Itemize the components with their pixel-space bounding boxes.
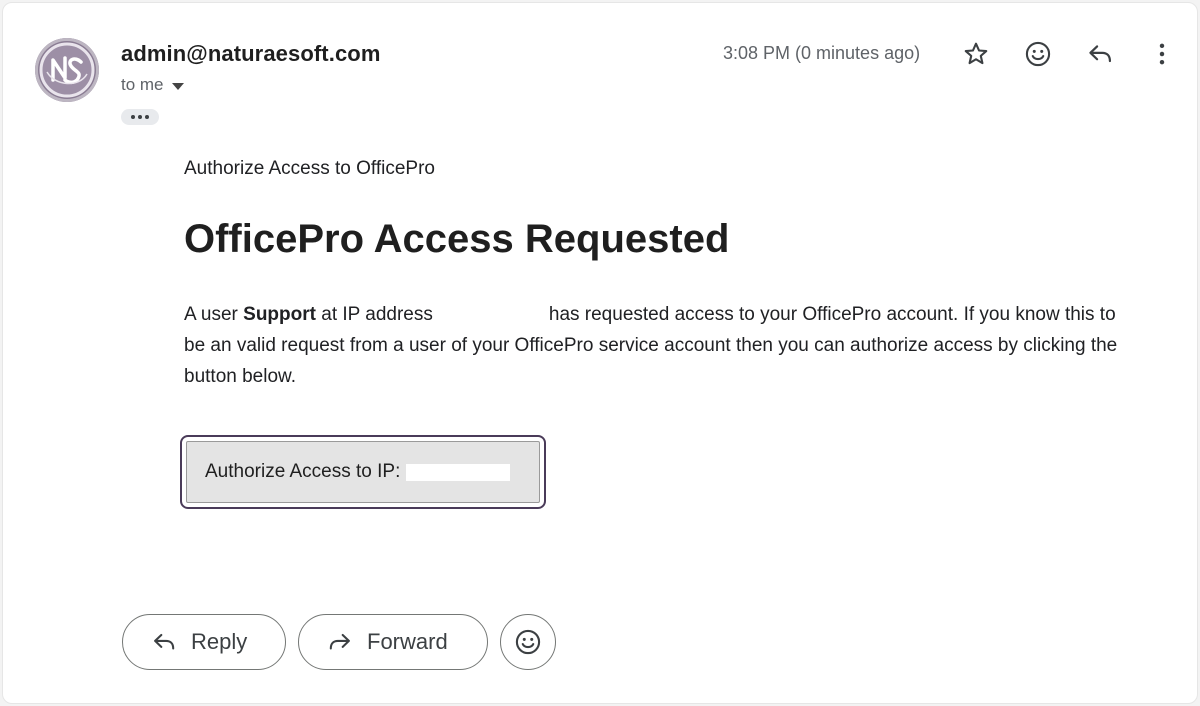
reply-button[interactable]: [1082, 36, 1118, 72]
reply-icon: [154, 633, 175, 650]
more-options-button[interactable]: [1144, 36, 1180, 72]
star-icon: [964, 42, 988, 65]
body-user-name: Support: [243, 304, 316, 325]
more-vert-icon: [1159, 43, 1165, 65]
forward-label: Forward: [367, 629, 448, 654]
redacted-ip: [406, 463, 511, 481]
body-text-part1: A user: [184, 304, 244, 325]
timestamp: 3:08 PM (0 minutes ago): [723, 43, 921, 63]
reply-label: Reply: [191, 629, 248, 654]
email-preheader: Authorize Access to OfficePro: [184, 158, 435, 179]
body-text-part2: at IP address: [315, 304, 433, 325]
forward-pill-button[interactable]: Forward: [298, 614, 488, 670]
react-pill-button[interactable]: [500, 614, 556, 670]
authorize-access-button[interactable]: Authorize Access to IP:: [180, 435, 546, 509]
recipient-label: to me: [121, 75, 164, 94]
emoji-icon: [515, 629, 541, 655]
email-body: A user Support at IP address has requeste…: [184, 299, 1129, 392]
dot: [131, 115, 135, 119]
email-heading: OfficePro Access Requested: [184, 217, 730, 261]
authorize-access-label: Authorize Access to IP:: [205, 461, 401, 482]
show-trimmed-content-button[interactable]: [121, 109, 159, 125]
email-card: admin@naturaesoft.com to me 3:08 PM (0 m…: [2, 2, 1198, 704]
dot: [138, 115, 142, 119]
reply-pill-button[interactable]: Reply: [122, 614, 286, 670]
sender-avatar[interactable]: [35, 38, 99, 102]
forward-icon: [329, 633, 350, 650]
redacted-ip: [438, 304, 543, 325]
star-button[interactable]: [958, 36, 994, 72]
dot: [145, 115, 149, 119]
emoji-icon: [1025, 41, 1051, 67]
add-reaction-button[interactable]: [1020, 36, 1056, 72]
sender-address[interactable]: admin@naturaesoft.com: [121, 41, 380, 67]
recipient-toggle[interactable]: to me: [121, 75, 184, 95]
naturaesoft-logo-icon: [39, 42, 95, 98]
authorize-access-button-face[interactable]: Authorize Access to IP:: [186, 441, 540, 503]
reply-icon: [1089, 45, 1112, 63]
caret-down-icon: [171, 82, 184, 90]
